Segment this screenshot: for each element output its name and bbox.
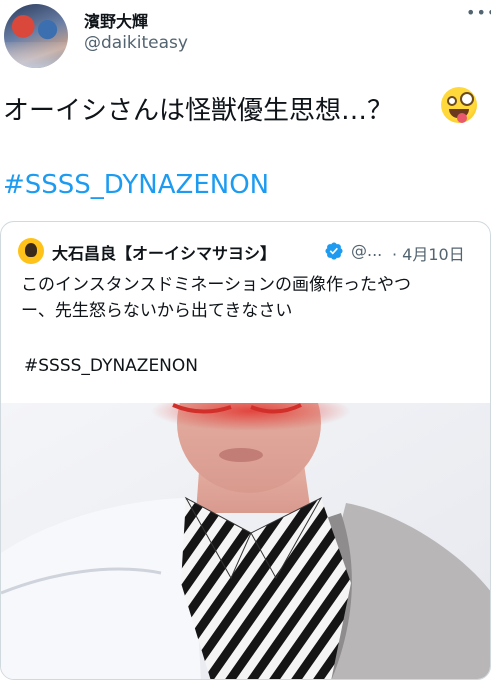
- portrait-photo-illustration: [1, 403, 490, 679]
- quoted-author-handle[interactable]: @...: [351, 241, 382, 260]
- quoted-tweet-card[interactable]: 大石昌良【オーイシマサヨシ】 @... · 4月10日 このインスタンスドミネー…: [0, 221, 491, 680]
- tweet-header: 濱野大輝 @daikiteasy •••: [0, 0, 491, 80]
- more-options-icon[interactable]: •••: [466, 5, 491, 24]
- verified-badge-icon: [325, 242, 343, 260]
- author-avatar[interactable]: [4, 4, 68, 68]
- quoted-tweet-hashtag[interactable]: #SSSS_DYNAZENON: [24, 356, 198, 376]
- quoted-tweet-date[interactable]: · 4月10日: [392, 241, 465, 265]
- quoted-author-display-name[interactable]: 大石昌良【オーイシマサヨシ】: [52, 240, 276, 264]
- author-handle[interactable]: @daikiteasy: [84, 33, 188, 53]
- quoted-tweet-text-line: ー、先生怒らないから出てきなさい: [21, 301, 293, 321]
- tweet-hashtag-link[interactable]: #SSSS_DYNAZENON: [3, 170, 269, 200]
- tweet-text: オーイシさんは怪獣優生思想…？: [3, 96, 394, 126]
- author-display-name[interactable]: 濱野大輝: [84, 8, 148, 32]
- quoted-tweet-photo[interactable]: [1, 403, 490, 679]
- quoted-tweet-text: このインスタンスドミネーションの画像作ったやつ ー、先生怒らないから出てきなさい: [21, 272, 481, 324]
- quoted-tweet-text-line: このインスタンスドミネーションの画像作ったやつ: [21, 275, 411, 295]
- quoted-author-avatar[interactable]: [18, 238, 44, 264]
- zany-face-emoji-icon: [441, 87, 477, 123]
